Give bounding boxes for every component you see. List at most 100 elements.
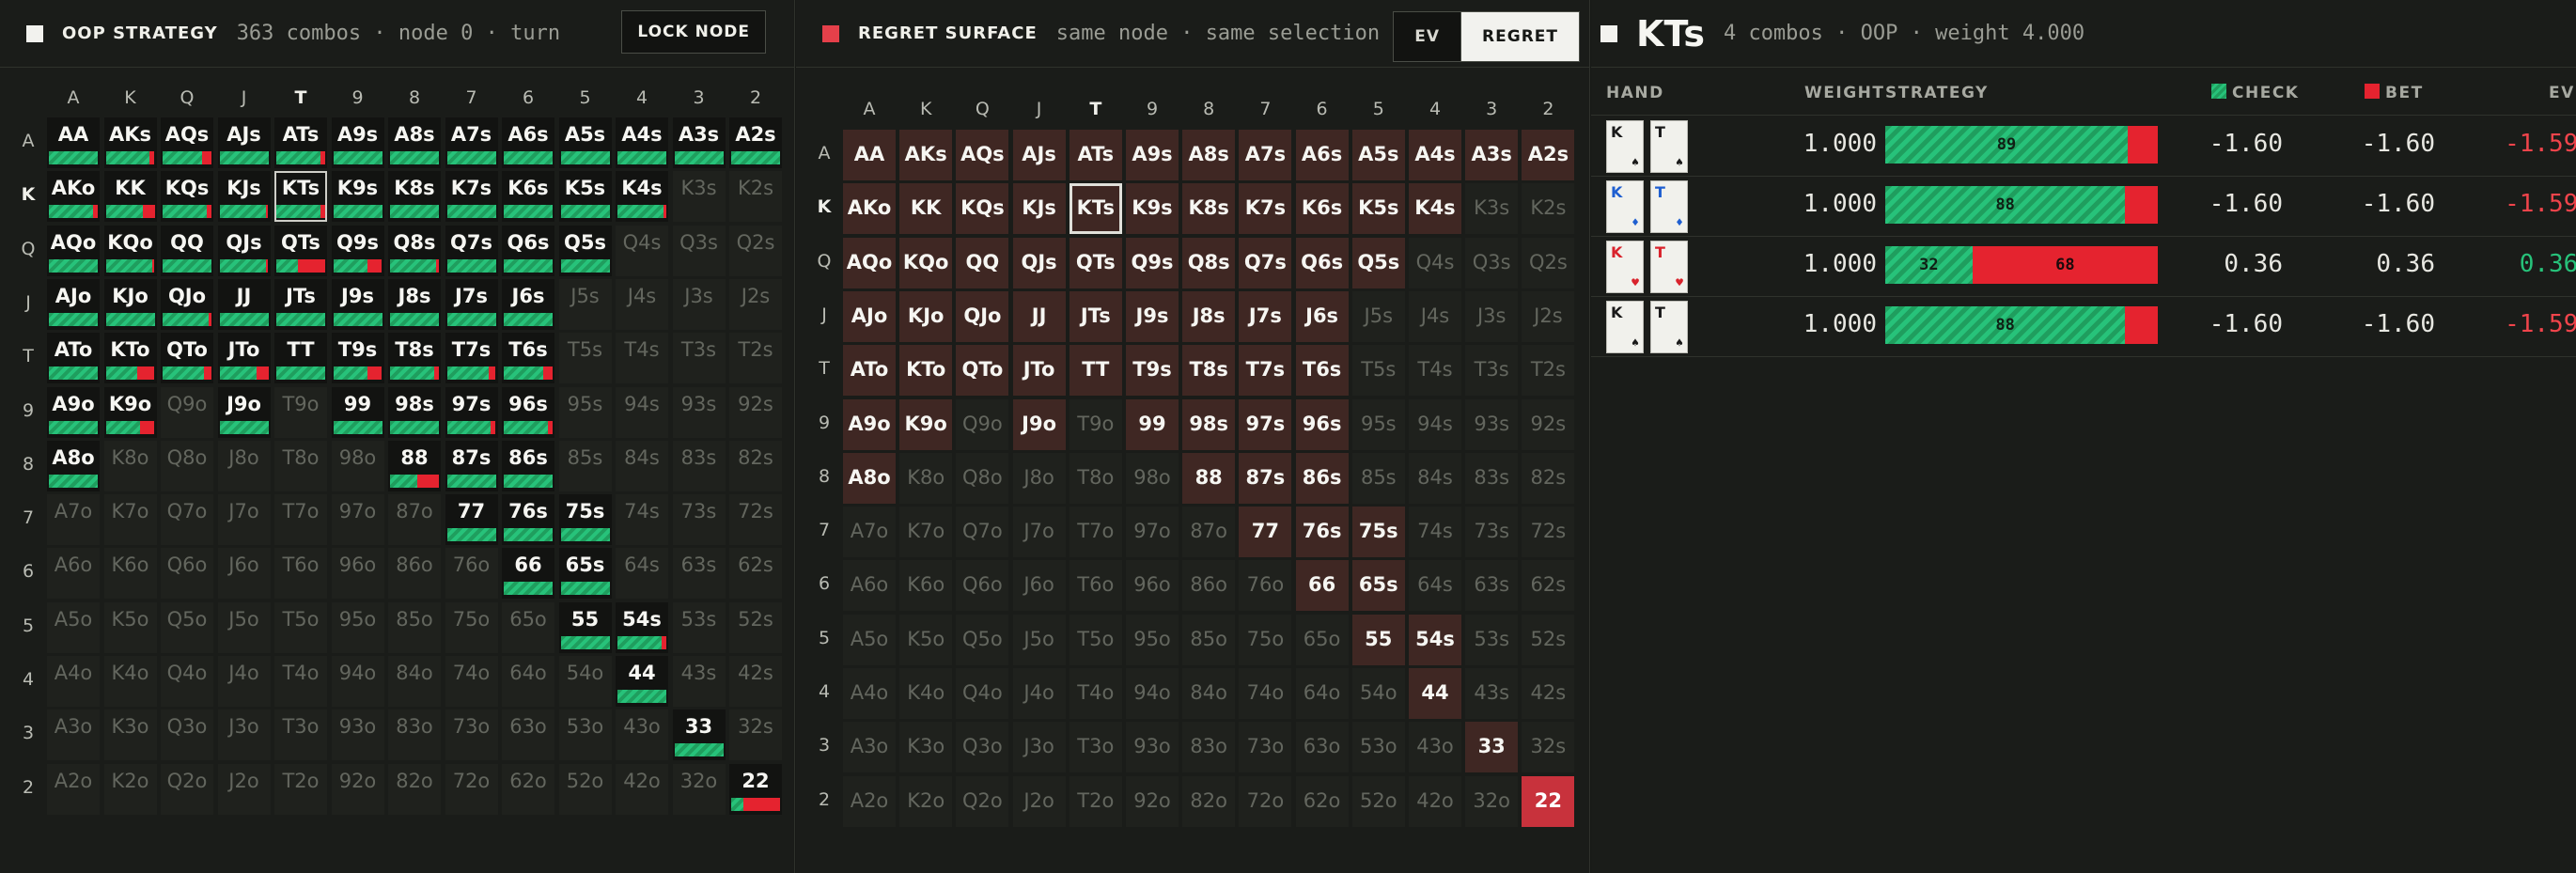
hand-cell-KTo[interactable]: KTo: [899, 345, 953, 397]
hand-cell-K7o[interactable]: K7o: [103, 494, 157, 546]
hand-cell-A4s[interactable]: A4s: [616, 117, 668, 168]
hand-cell-J3o[interactable]: J3o: [217, 709, 271, 761]
hand-cell-A5o[interactable]: A5o: [843, 614, 896, 665]
hand-cell-QJs[interactable]: QJs: [1012, 237, 1066, 288]
hand-cell-62o[interactable]: 62o: [502, 763, 554, 815]
hand-cell-J3s[interactable]: J3s: [1465, 290, 1519, 342]
hand-cell-J4s[interactable]: J4s: [1409, 290, 1461, 342]
hand-cell-63o[interactable]: 63o: [502, 709, 554, 761]
hand-cell-K4s[interactable]: K4s: [616, 171, 668, 223]
hand-cell-87s[interactable]: 87s: [445, 440, 498, 491]
hand-cell-Q2s[interactable]: Q2s: [729, 225, 782, 276]
hand-cell-96o[interactable]: 96o: [1126, 560, 1179, 612]
hand-cell-62s[interactable]: 62s: [1522, 560, 1575, 612]
hand-cell-T7s[interactable]: T7s: [1239, 345, 1292, 397]
hand-cell-KK[interactable]: KK: [899, 183, 953, 235]
hand-cell-A3o[interactable]: A3o: [47, 709, 100, 761]
hand-cell-K9s[interactable]: K9s: [1126, 183, 1179, 235]
hand-cell-QJo[interactable]: QJo: [956, 290, 1009, 342]
hand-cell-J6s[interactable]: J6s: [1295, 290, 1349, 342]
hand-cell-32o[interactable]: 32o: [1465, 775, 1519, 827]
hand-cell-42o[interactable]: 42o: [616, 763, 668, 815]
hand-cell-Q5s[interactable]: Q5s: [558, 225, 612, 276]
hand-cell-Q4s[interactable]: Q4s: [1409, 237, 1461, 288]
hand-cell-82s[interactable]: 82s: [1522, 452, 1575, 504]
hand-cell-K5o[interactable]: K5o: [103, 601, 157, 653]
hand-cell-A9o[interactable]: A9o: [843, 398, 896, 450]
hand-cell-T7o[interactable]: T7o: [1069, 507, 1122, 558]
hand-cell-QTo[interactable]: QTo: [956, 345, 1009, 397]
hand-cell-KQo[interactable]: KQo: [103, 225, 157, 276]
hand-cell-54s[interactable]: 54s: [616, 601, 668, 653]
hand-cell-T4o[interactable]: T4o: [274, 656, 327, 707]
hand-cell-98s[interactable]: 98s: [388, 386, 441, 438]
hand-cell-93s[interactable]: 93s: [1465, 398, 1519, 450]
hand-cell-T8o[interactable]: T8o: [274, 440, 327, 491]
hand-cell-84o[interactable]: 84o: [388, 656, 441, 707]
hand-cell-T4s[interactable]: T4s: [1409, 345, 1461, 397]
hand-cell-J5s[interactable]: J5s: [558, 278, 612, 330]
hand-cell-54o[interactable]: 54o: [558, 656, 612, 707]
hand-cell-QJo[interactable]: QJo: [161, 278, 213, 330]
hand-cell-J6s[interactable]: J6s: [502, 278, 554, 330]
hand-cell-J5o[interactable]: J5o: [1012, 614, 1066, 665]
hand-cell-K2s[interactable]: K2s: [1522, 183, 1575, 235]
hand-cell-A3s[interactable]: A3s: [1465, 130, 1519, 180]
hand-cell-Q7s[interactable]: Q7s: [445, 225, 498, 276]
hand-cell-Q9s[interactable]: Q9s: [1126, 237, 1179, 288]
hand-cell-KK[interactable]: KK: [103, 171, 157, 223]
hand-cell-85o[interactable]: 85o: [1182, 614, 1236, 665]
hand-cell-93o[interactable]: 93o: [331, 709, 384, 761]
hand-cell-64o[interactable]: 64o: [502, 656, 554, 707]
hand-cell-32s[interactable]: 32s: [729, 709, 782, 761]
hand-cell-Q6o[interactable]: Q6o: [161, 548, 213, 600]
hand-cell-J8s[interactable]: J8s: [1182, 290, 1236, 342]
hand-cell-97s[interactable]: 97s: [445, 386, 498, 438]
hand-cell-54o[interactable]: 54o: [1351, 668, 1405, 719]
hand-cell-94o[interactable]: 94o: [331, 656, 384, 707]
hand-cell-QTs[interactable]: QTs: [274, 225, 327, 276]
hand-cell-K7s[interactable]: K7s: [445, 171, 498, 223]
hand-cell-AJs[interactable]: AJs: [1012, 130, 1066, 180]
hand-cell-K6o[interactable]: K6o: [103, 548, 157, 600]
hand-cell-64s[interactable]: 64s: [616, 548, 668, 600]
hand-cell-33[interactable]: 33: [1465, 722, 1519, 773]
hand-cell-92s[interactable]: 92s: [1522, 398, 1575, 450]
hand-cell-A4s[interactable]: A4s: [1409, 130, 1461, 180]
hand-cell-44[interactable]: 44: [1409, 668, 1461, 719]
hand-cell-Q7o[interactable]: Q7o: [956, 507, 1009, 558]
hand-cell-J6o[interactable]: J6o: [1012, 560, 1066, 612]
hand-cell-A8o[interactable]: A8o: [843, 452, 896, 504]
hand-cell-92o[interactable]: 92o: [1126, 775, 1179, 827]
hand-cell-T9o[interactable]: T9o: [1069, 398, 1122, 450]
hand-cell-T2o[interactable]: T2o: [1069, 775, 1122, 827]
hand-cell-43o[interactable]: 43o: [1409, 722, 1461, 773]
hand-cell-K3o[interactable]: K3o: [103, 709, 157, 761]
hand-cell-J9s[interactable]: J9s: [331, 278, 384, 330]
hand-cell-K8s[interactable]: K8s: [1182, 183, 1236, 235]
hand-cell-J9o[interactable]: J9o: [217, 386, 271, 438]
hand-cell-A6o[interactable]: A6o: [843, 560, 896, 612]
hand-cell-T3o[interactable]: T3o: [274, 709, 327, 761]
hand-cell-TT[interactable]: TT: [1069, 345, 1122, 397]
hand-cell-84s[interactable]: 84s: [1409, 452, 1461, 504]
hand-cell-K5o[interactable]: K5o: [899, 614, 953, 665]
hand-cell-74s[interactable]: 74s: [616, 494, 668, 546]
hand-cell-52s[interactable]: 52s: [1522, 614, 1575, 665]
hand-cell-Q6s[interactable]: Q6s: [1295, 237, 1349, 288]
hand-cell-J7o[interactable]: J7o: [217, 494, 271, 546]
hand-cell-A7s[interactable]: A7s: [445, 117, 498, 168]
hand-cell-76s[interactable]: 76s: [1295, 507, 1349, 558]
hand-cell-Q8s[interactable]: Q8s: [388, 225, 441, 276]
hand-cell-63o[interactable]: 63o: [1295, 722, 1349, 773]
hand-cell-Q5o[interactable]: Q5o: [161, 601, 213, 653]
hand-cell-73s[interactable]: 73s: [1465, 507, 1519, 558]
hand-cell-K8s[interactable]: K8s: [388, 171, 441, 223]
hand-cell-Q5o[interactable]: Q5o: [956, 614, 1009, 665]
hand-cell-A9s[interactable]: A9s: [1126, 130, 1179, 180]
hand-cell-J5s[interactable]: J5s: [1351, 290, 1405, 342]
hand-cell-65o[interactable]: 65o: [502, 601, 554, 653]
hand-cell-Q2o[interactable]: Q2o: [956, 775, 1009, 827]
hand-cell-KJo[interactable]: KJo: [103, 278, 157, 330]
hand-cell-KJo[interactable]: KJo: [899, 290, 953, 342]
